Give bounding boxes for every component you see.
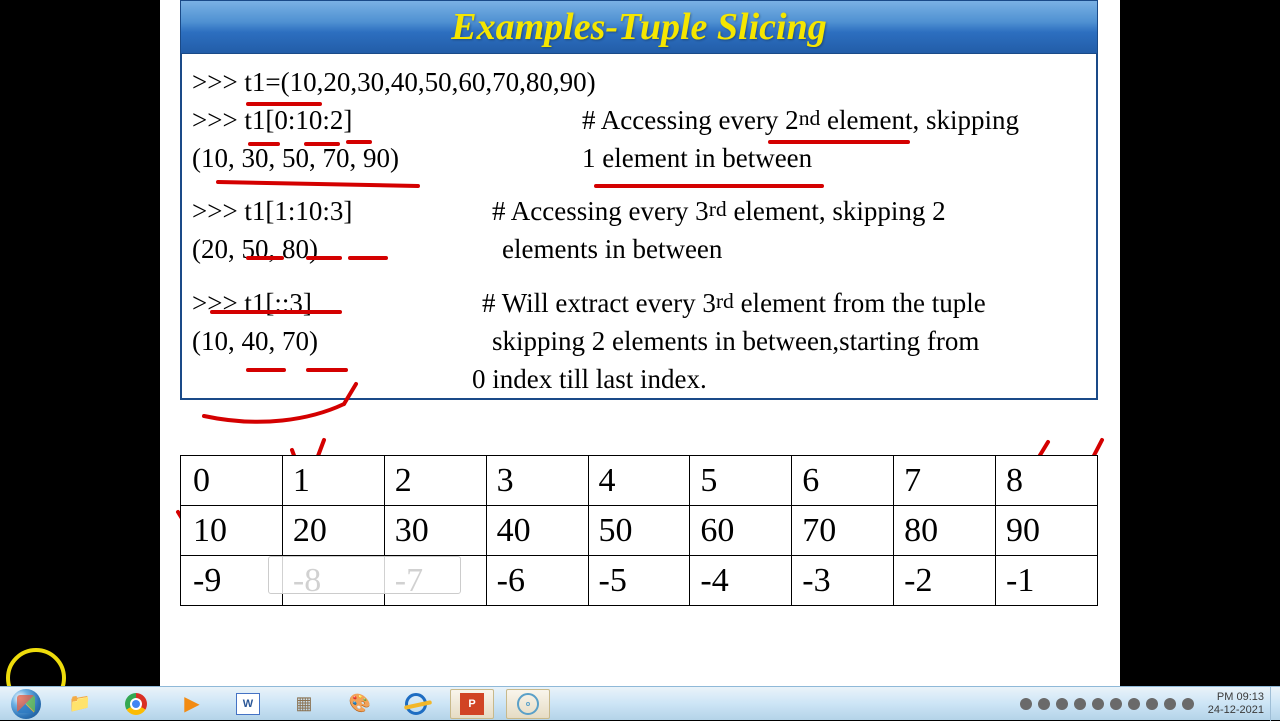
cell-val-6: 70 xyxy=(792,506,894,556)
cell-neg-6: -3 xyxy=(792,556,894,606)
slide-content: >>> t1=(10,20,30,40,50,60,70,80,90) >>> … xyxy=(180,54,1098,400)
code-line-8-right: 0 index till last index. xyxy=(472,361,1086,399)
wmp-icon: ▶ xyxy=(184,691,199,716)
folder-icon: 📁 xyxy=(69,693,91,714)
code-line-4-right: # Accessing every 3rd element, skipping … xyxy=(492,193,1086,231)
paint-icon: 🎨 xyxy=(349,693,371,714)
code-line-6-left: >>> t1[::3] xyxy=(192,285,482,323)
cell-neg-4: -5 xyxy=(588,556,690,606)
cell-pos-0: 0 xyxy=(181,456,283,506)
cell-pos-5: 5 xyxy=(690,456,792,506)
system-tray[interactable] xyxy=(1020,698,1202,710)
start-button[interactable] xyxy=(0,687,52,721)
show-desktop-button[interactable] xyxy=(1270,687,1280,721)
sup-rd-2: rd xyxy=(716,289,734,313)
disc-icon xyxy=(517,693,539,715)
clock-date: 24-12-2021 xyxy=(1208,704,1264,717)
taskbar-disc-app[interactable] xyxy=(506,689,550,719)
taskbar[interactable]: 📁 ▶ W ▦ 🎨 P PM 09:13 24-12-2021 xyxy=(0,686,1280,720)
code-line-8-left xyxy=(192,361,472,399)
bricks-icon: ▦ xyxy=(295,693,312,714)
taskbar-word[interactable]: W xyxy=(226,689,270,719)
cell-pos-4: 4 xyxy=(588,456,690,506)
clock-time: PM 09:13 xyxy=(1208,691,1264,704)
cell-pos-1: 1 xyxy=(282,456,384,506)
sup-rd-1: rd xyxy=(709,197,727,221)
slide: Examples-Tuple Slicing >>> t1=(10,20,30,… xyxy=(180,0,1098,400)
cell-pos-8: 8 xyxy=(996,456,1098,506)
tray-icon[interactable] xyxy=(1110,698,1122,710)
cell-pos-3: 3 xyxy=(486,456,588,506)
cell-val-1: 20 xyxy=(282,506,384,556)
sup-nd: nd xyxy=(799,106,821,130)
cell-val-4: 50 xyxy=(588,506,690,556)
code-line-5-right: elements in between xyxy=(502,231,1086,269)
taskbar-tooltip xyxy=(268,556,461,594)
cell-val-7: 80 xyxy=(894,506,996,556)
ie-icon xyxy=(405,693,427,715)
tray-icon[interactable] xyxy=(1074,698,1086,710)
taskbar-chrome[interactable] xyxy=(114,689,158,719)
code-line-7-right: skipping 2 elements in between,starting … xyxy=(492,323,1086,361)
cell-pos-6: 6 xyxy=(792,456,894,506)
taskbar-powerpoint[interactable]: P xyxy=(450,689,494,719)
cell-pos-7: 7 xyxy=(894,456,996,506)
comment-6a: # Will extract every 3 xyxy=(482,288,716,318)
code-line-7-left: (10, 40, 70) xyxy=(192,323,492,361)
taskbar-paint[interactable]: 🎨 xyxy=(338,689,382,719)
code-line-2-left: >>> t1[0:10:2] xyxy=(192,102,582,140)
taskbar-explorer[interactable]: 📁 xyxy=(58,689,102,719)
code-line-6-right: # Will extract every 3rd element from th… xyxy=(482,285,1086,323)
taskbar-app-bricks[interactable]: ▦ xyxy=(282,689,326,719)
taskbar-ie[interactable] xyxy=(394,689,438,719)
code-line-5-left: (20, 50, 80) xyxy=(192,231,502,269)
comment-2b: element, skipping xyxy=(820,105,1019,135)
tray-icon[interactable] xyxy=(1164,698,1176,710)
code-line-3-right: 1 element in between xyxy=(582,140,1086,178)
cell-val-5: 60 xyxy=(690,506,792,556)
cell-neg-7: -2 xyxy=(894,556,996,606)
cell-val-0: 10 xyxy=(181,506,283,556)
tray-icon[interactable] xyxy=(1020,698,1032,710)
table-row-values: 10 20 30 40 50 60 70 80 90 xyxy=(181,506,1098,556)
tray-icon[interactable] xyxy=(1182,698,1194,710)
taskbar-media-player[interactable]: ▶ xyxy=(170,689,214,719)
cell-neg-8: -1 xyxy=(996,556,1098,606)
slide-title: Examples-Tuple Slicing xyxy=(451,5,826,49)
comment-4a: # Accessing every 3 xyxy=(492,196,709,226)
slide-title-bar: Examples-Tuple Slicing xyxy=(180,0,1098,54)
tray-icon[interactable] xyxy=(1038,698,1050,710)
code-line-4-left: >>> t1[1:10:3] xyxy=(192,193,492,231)
tray-icon[interactable] xyxy=(1092,698,1104,710)
comment-4b: element, skipping 2 xyxy=(727,196,946,226)
comment-2a: # Accessing every 2 xyxy=(582,105,799,135)
code-line-3-left: (10, 30, 50, 70, 90) xyxy=(192,140,582,178)
word-icon: W xyxy=(236,693,260,715)
tray-icon[interactable] xyxy=(1128,698,1140,710)
powerpoint-icon: P xyxy=(460,693,484,715)
cell-neg-3: -6 xyxy=(486,556,588,606)
table-row-pos-index: 0 1 2 3 4 5 6 7 8 xyxy=(181,456,1098,506)
comment-6b: element from the tuple xyxy=(734,288,986,318)
code-line-2-right: # Accessing every 2nd element, skipping xyxy=(582,102,1086,140)
tray-icon[interactable] xyxy=(1146,698,1158,710)
cell-pos-2: 2 xyxy=(384,456,486,506)
cell-neg-5: -4 xyxy=(690,556,792,606)
tray-icon[interactable] xyxy=(1056,698,1068,710)
taskbar-clock[interactable]: PM 09:13 24-12-2021 xyxy=(1202,691,1270,716)
cell-val-8: 90 xyxy=(996,506,1098,556)
chrome-icon xyxy=(125,693,147,715)
cell-val-2: 30 xyxy=(384,506,486,556)
cell-val-3: 40 xyxy=(486,506,588,556)
code-line-1: >>> t1=(10,20,30,40,50,60,70,80,90) xyxy=(192,64,1086,102)
windows-orb-icon xyxy=(11,689,41,719)
